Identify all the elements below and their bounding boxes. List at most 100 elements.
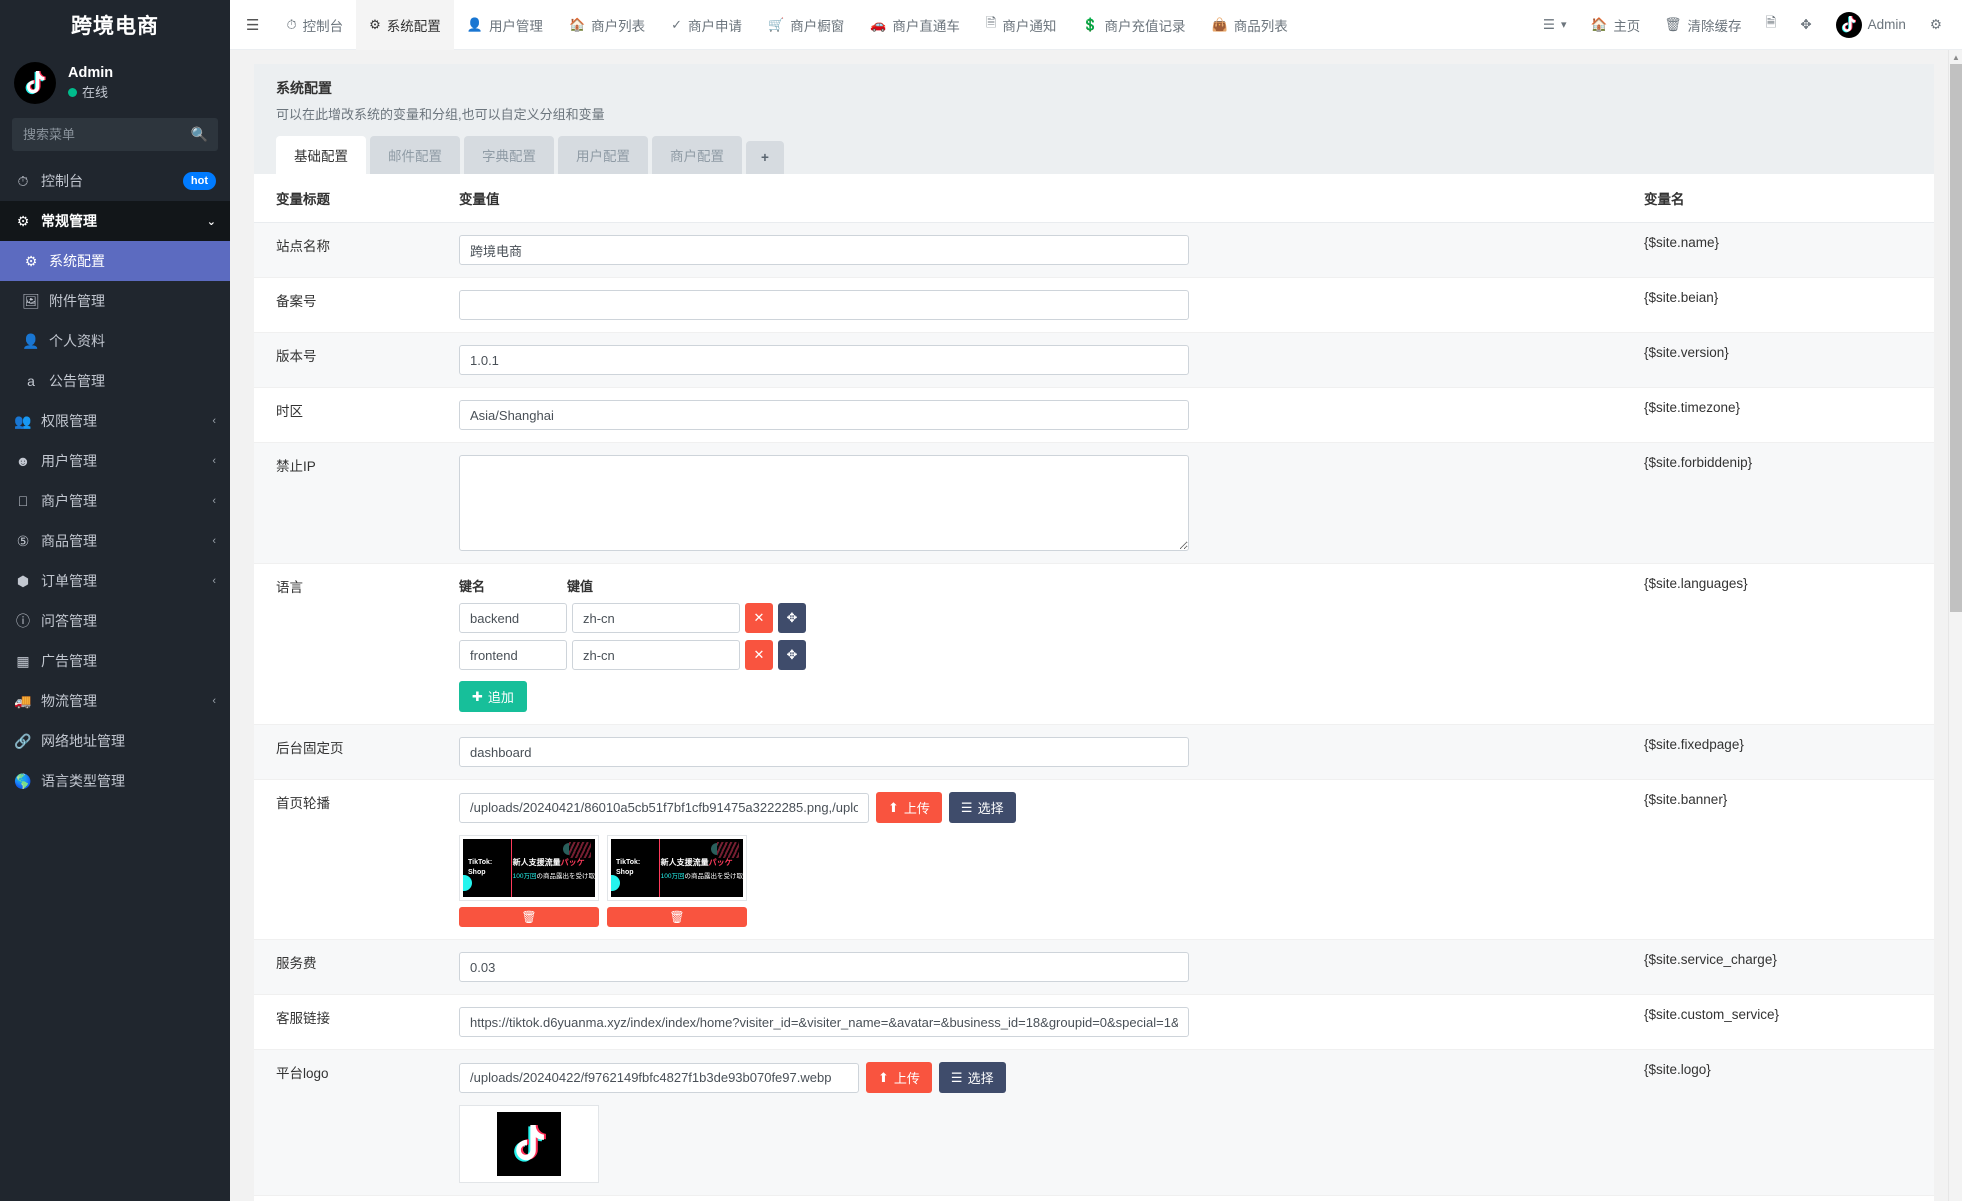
topbar-link-merchant-notice[interactable]: 🗎 商户通知 — [973, 0, 1069, 50]
sidebar-item-logistics-management[interactable]: 🚚 物流管理 ‹ — [0, 681, 230, 721]
banner-delete-button[interactable]: 🗑 — [459, 907, 599, 927]
topbar-settings-button[interactable]: ⚙ — [1918, 0, 1954, 50]
badge-hot: hot — [182, 171, 216, 191]
sidebar-item-dashboard[interactable]: ⏱ 控制台 hot — [0, 161, 230, 201]
language-icon: 🌎 — [14, 772, 32, 789]
topbar-link-merchant-express[interactable]: 🚗 商户直通车 — [857, 0, 973, 50]
topbar-link-merchant-list[interactable]: 🏠 商户列表 — [556, 0, 658, 50]
site-banner-input[interactable] — [459, 792, 869, 823]
sidebar-item-order-management[interactable]: ⬢ 订单管理 ‹ — [0, 561, 230, 601]
tab-merchant-config[interactable]: 商户配置 — [652, 136, 742, 174]
topbar-link-dashboard[interactable]: ⏱ 控制台 — [273, 0, 356, 50]
logo-select-button[interactable]: ☰ 选择 — [938, 1062, 1006, 1093]
banner-thumb-image[interactable]: TikTok: Shop 新人支援流量パッケ 100万回の商品露出を受け取 — [607, 835, 747, 901]
language-key-input[interactable] — [459, 640, 567, 670]
row-value — [459, 277, 1644, 333]
row-value: ⬆ 上传 ☰ 选择 — [459, 779, 1644, 940]
row-varname: {$site.name} — [1644, 222, 1934, 278]
row-label: 首页轮播 — [254, 779, 459, 940]
gear-settings-icon: ⚙ — [1929, 16, 1942, 32]
sidebar-item-attachment[interactable]: 🖼 附件管理 — [0, 281, 230, 321]
site-custom-service-input[interactable] — [459, 1007, 1189, 1037]
sidebar-item-merchant-management[interactable]:  商户管理 ‹ — [0, 481, 230, 521]
language-value-input[interactable] — [572, 640, 740, 670]
row-varname: {$site.forbiddenip} — [1644, 442, 1934, 564]
row-varname: {$site.banner} — [1644, 779, 1934, 940]
list-dropdown-icon: ☰ — [1542, 16, 1555, 32]
topbar-user-menu[interactable]: Admin — [1824, 0, 1918, 50]
table-row: 首页轮播 ⬆ 上传 ☰ — [254, 779, 1934, 940]
topbar-link-label: 商户充值记录 — [1104, 18, 1186, 34]
row-varname: {$site.languages} — [1644, 563, 1934, 725]
list-icon: ☰ — [950, 1069, 963, 1085]
topbar-fullscreen-button[interactable]: ✥ — [1788, 0, 1823, 50]
kv-move-handle[interactable]: ✥ — [778, 603, 806, 633]
topbar-link-merchant-apply[interactable]: ✓ 商户申请 — [658, 0, 755, 50]
tab-add-button[interactable]: + — [746, 141, 784, 174]
sidebar-item-profile[interactable]: 👤 个人资料 — [0, 321, 230, 361]
sidebar-item-permission[interactable]: 👥 权限管理 ‹ — [0, 401, 230, 441]
config-table: 变量标题 变量值 变量名 站点名称 {$site.name} — [254, 174, 1934, 1196]
sidebar-item-language-type[interactable]: 🌎 语言类型管理 — [0, 761, 230, 801]
cube-icon: ⬢ — [16, 572, 30, 589]
user-name: Admin — [68, 65, 114, 82]
banner-thumb-image[interactable]: TikTok: Shop 新人支援流量パッケ 100万回の商品露出を受け取 — [459, 835, 599, 901]
kv-delete-button[interactable]: ✕ — [745, 603, 773, 633]
kv-move-handle[interactable]: ✥ — [778, 640, 806, 670]
topbar-home-button[interactable]: 🏠 主页 — [1579, 0, 1653, 50]
banner-delete-button[interactable]: 🗑 — [607, 907, 747, 927]
logo-thumb-image[interactable] — [459, 1105, 599, 1183]
tab-mail-config[interactable]: 邮件配置 — [370, 136, 460, 174]
users-icon: 👥 — [14, 412, 32, 429]
sidebar-item-system-config[interactable]: ⚙ 系统配置 — [0, 241, 230, 281]
topbar-link-label: 商品列表 — [1233, 18, 1288, 34]
topbar-tab-list-dropdown[interactable]: ☰ ▾ — [1531, 0, 1579, 50]
sidebar-item-label: 权限管理 — [41, 413, 97, 429]
site-forbiddenip-textarea[interactable] — [459, 455, 1189, 551]
search-input[interactable] — [12, 118, 218, 151]
tab-dict-config[interactable]: 字典配置 — [464, 136, 554, 174]
scroll-up-arrow-icon[interactable]: ▲ — [1949, 50, 1962, 64]
topbar-link-user-management[interactable]: 👤 用户管理 — [454, 0, 556, 50]
topbar-link-merchant-window[interactable]: 🛒 商户橱窗 — [755, 0, 857, 50]
topbar-link-system-config[interactable]: ⚙ 系统配置 — [356, 0, 454, 50]
sidebar-item-qa-management[interactable]: ⓘ 问答管理 — [0, 601, 230, 641]
hamburger-icon[interactable]: ☰ — [230, 0, 273, 50]
trash-icon: 🗑 — [521, 910, 537, 924]
site-fixedpage-input[interactable] — [459, 737, 1189, 767]
site-version-input[interactable] — [459, 345, 1189, 375]
sidebar-user[interactable]: Admin 在线 — [0, 50, 230, 118]
site-logo-input[interactable] — [459, 1062, 859, 1093]
site-name-input[interactable] — [459, 235, 1189, 265]
logo-upload-label: 上传 — [893, 1071, 920, 1086]
tab-basic-config[interactable]: 基础配置 — [276, 136, 366, 174]
site-beian-input[interactable] — [459, 290, 1189, 320]
sidebar-item-announcement[interactable]: a 公告管理 — [0, 361, 230, 401]
vertical-scrollbar[interactable]: ▲ — [1948, 50, 1962, 1201]
logo-upload-button[interactable]: ⬆ 上传 — [866, 1062, 932, 1093]
banner-upload-button[interactable]: ⬆ 上传 — [876, 792, 942, 823]
banner-select-button[interactable]: ☰ 选择 — [948, 792, 1016, 823]
sidebar-item-user-management[interactable]: ☻ 用户管理 ‹ — [0, 441, 230, 481]
topbar-clear-cache-button[interactable]: 🗑 清除缓存 — [1652, 0, 1753, 50]
tab-user-config[interactable]: 用户配置 — [558, 136, 648, 174]
language-value-input[interactable] — [572, 603, 740, 633]
topbar-link-label: 商户列表 — [591, 18, 646, 34]
site-service-charge-input[interactable] — [459, 952, 1189, 982]
sidebar-item-ad-management[interactable]: ▦ 广告管理 — [0, 641, 230, 681]
scrollbar-thumb[interactable] — [1950, 64, 1962, 612]
banner-headline-b: パッケ — [560, 857, 585, 867]
row-value — [459, 994, 1644, 1050]
sidebar-item-general-management[interactable]: ⚙ 常规管理 ⌄ — [0, 201, 230, 241]
sidebar-item-product-management[interactable]: ⑤ 商品管理 ‹ — [0, 521, 230, 561]
language-key-input[interactable] — [459, 603, 567, 633]
sidebar-item-network-address[interactable]: 🔗 网络地址管理 — [0, 721, 230, 761]
kv-delete-button[interactable]: ✕ — [745, 640, 773, 670]
topbar-book-button[interactable]: 🗎 — [1753, 0, 1788, 50]
sidebar-item-label: 个人资料 — [49, 333, 105, 349]
kv-add-button[interactable]: ✚ 追加 — [459, 681, 527, 712]
topbar-link-merchant-recharge[interactable]: 💲 商户充值记录 — [1069, 0, 1198, 50]
site-timezone-input[interactable] — [459, 400, 1189, 430]
topbar-link-product-list[interactable]: 👜 商品列表 — [1199, 0, 1301, 50]
row-value: 键名 键值 ✕ ✥ — [459, 563, 1644, 725]
